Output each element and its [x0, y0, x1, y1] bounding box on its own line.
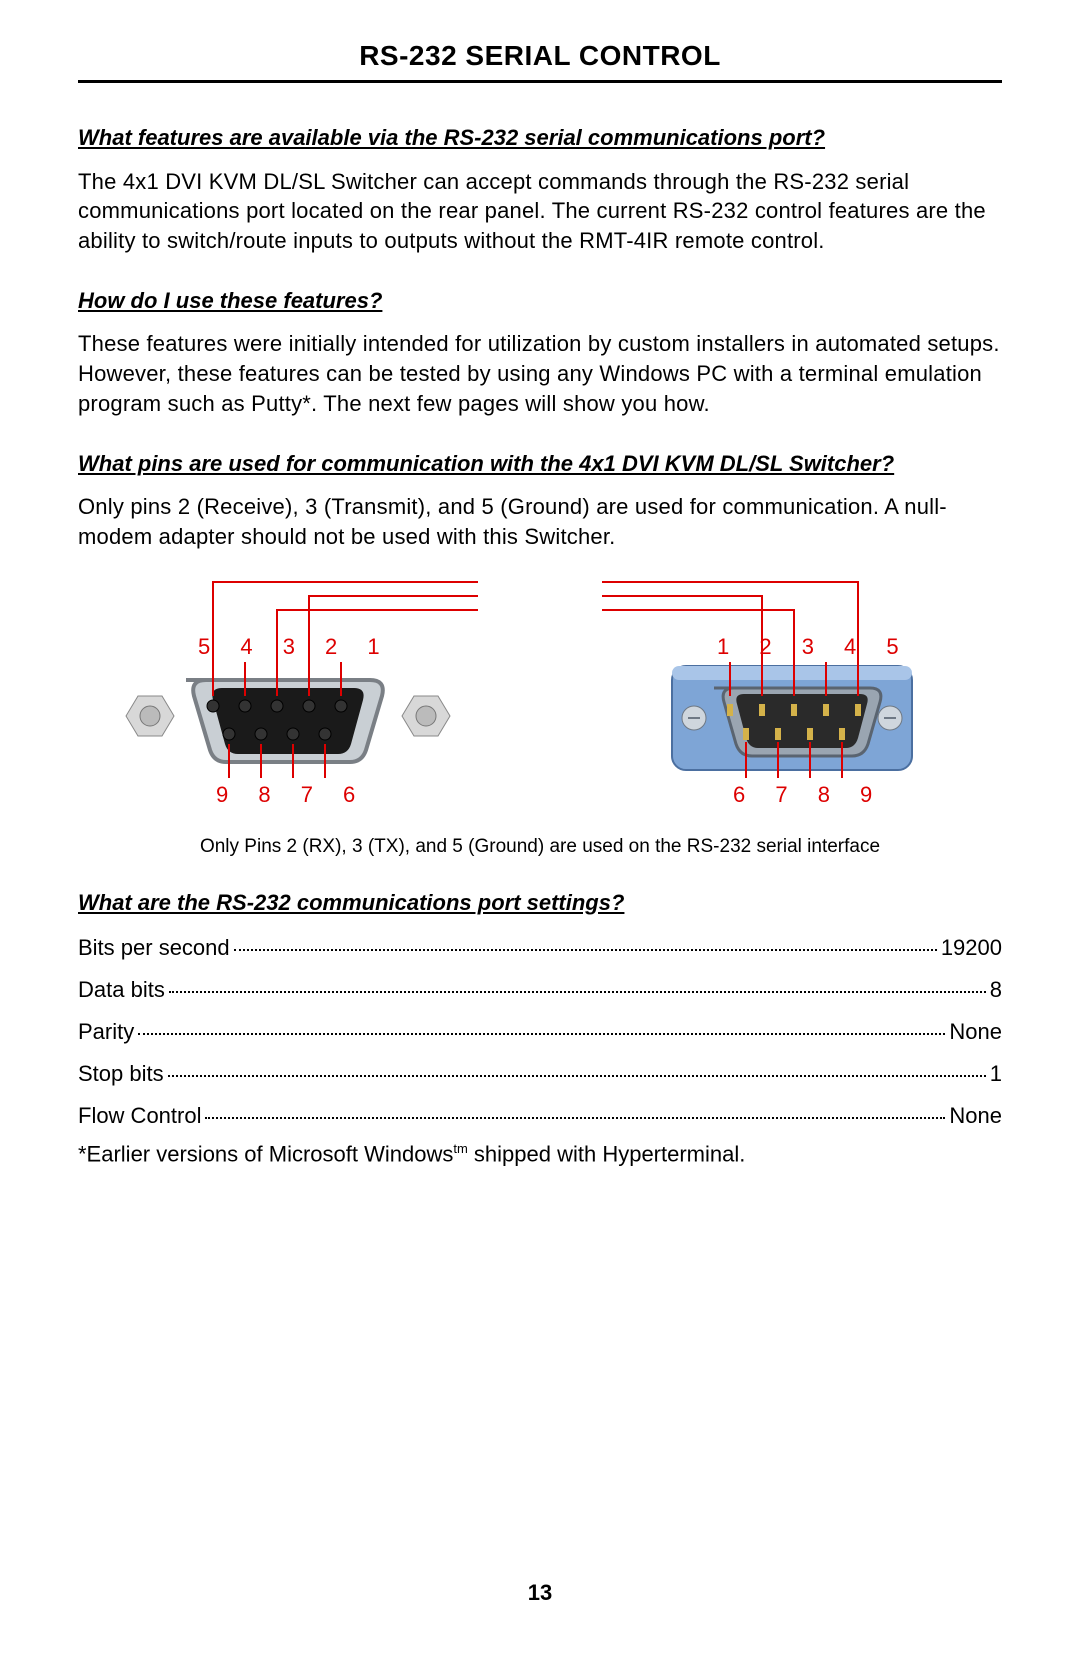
- footnote-pre: *Earlier versions of Microsoft Windows: [78, 1142, 453, 1167]
- setting-row: Stop bits 1: [78, 1057, 1002, 1087]
- setting-value: None: [949, 1019, 1002, 1045]
- setting-label: Bits per second: [78, 935, 230, 961]
- setting-value: 19200: [941, 935, 1002, 961]
- leader-dots: [138, 1011, 945, 1035]
- connector-diagrams: 5 4 3 2 1: [78, 566, 1002, 826]
- leader-dots: [205, 1095, 945, 1119]
- page-title: RS-232 SERIAL CONTROL: [78, 40, 1002, 72]
- setting-label: Flow Control: [78, 1103, 201, 1129]
- hex-nut-left: [126, 696, 174, 736]
- footnote-post: shipped with Hyperterminal.: [468, 1142, 746, 1167]
- setting-label: Stop bits: [78, 1061, 164, 1087]
- db9-male-connector: 1 2 3 4 5: [602, 566, 982, 826]
- hex-nut-right: [402, 696, 450, 736]
- answer-1: The 4x1 DVI KVM DL/SL Switcher can accep…: [78, 167, 1002, 256]
- leader-dots: [169, 969, 986, 993]
- page-number: 13: [0, 1580, 1080, 1606]
- setting-row: Bits per second 19200: [78, 931, 1002, 961]
- right-top-pins: 1 2 3 4 5: [717, 634, 911, 659]
- diagram-caption: Only Pins 2 (RX), 3 (TX), and 5 (Ground)…: [78, 836, 1002, 858]
- answer-3: Only pins 2 (Receive), 3 (Transmit), and…: [78, 492, 1002, 551]
- right-bottom-pins: 6 7 8 9: [733, 782, 884, 807]
- left-bottom-pins: 9 8 7 6: [216, 782, 367, 807]
- left-top-pins: 5 4 3 2 1: [198, 634, 392, 659]
- setting-value: None: [949, 1103, 1002, 1129]
- setting-row: Data bits 8: [78, 973, 1002, 1003]
- setting-value: 1: [990, 1061, 1002, 1087]
- question-4: What are the RS-232 communications port …: [78, 888, 1002, 918]
- setting-label: Parity: [78, 1019, 134, 1045]
- question-1: What features are available via the RS-2…: [78, 123, 1002, 153]
- answer-2: These features were initially intended f…: [78, 329, 1002, 418]
- setting-value: 8: [990, 977, 1002, 1003]
- question-3: What pins are used for communication wit…: [78, 449, 1002, 479]
- leader-dots: [234, 927, 937, 951]
- setting-row: Flow Control None: [78, 1099, 1002, 1129]
- setting-label: Data bits: [78, 977, 165, 1003]
- db9-female-connector: 5 4 3 2 1: [98, 566, 478, 826]
- title-rule: [78, 80, 1002, 83]
- setting-row: Parity None: [78, 1015, 1002, 1045]
- question-2: How do I use these features?: [78, 286, 1002, 316]
- footnote: *Earlier versions of Microsoft Windowstm…: [78, 1141, 1002, 1167]
- footnote-sup: tm: [453, 1141, 467, 1156]
- leader-dots: [168, 1053, 986, 1077]
